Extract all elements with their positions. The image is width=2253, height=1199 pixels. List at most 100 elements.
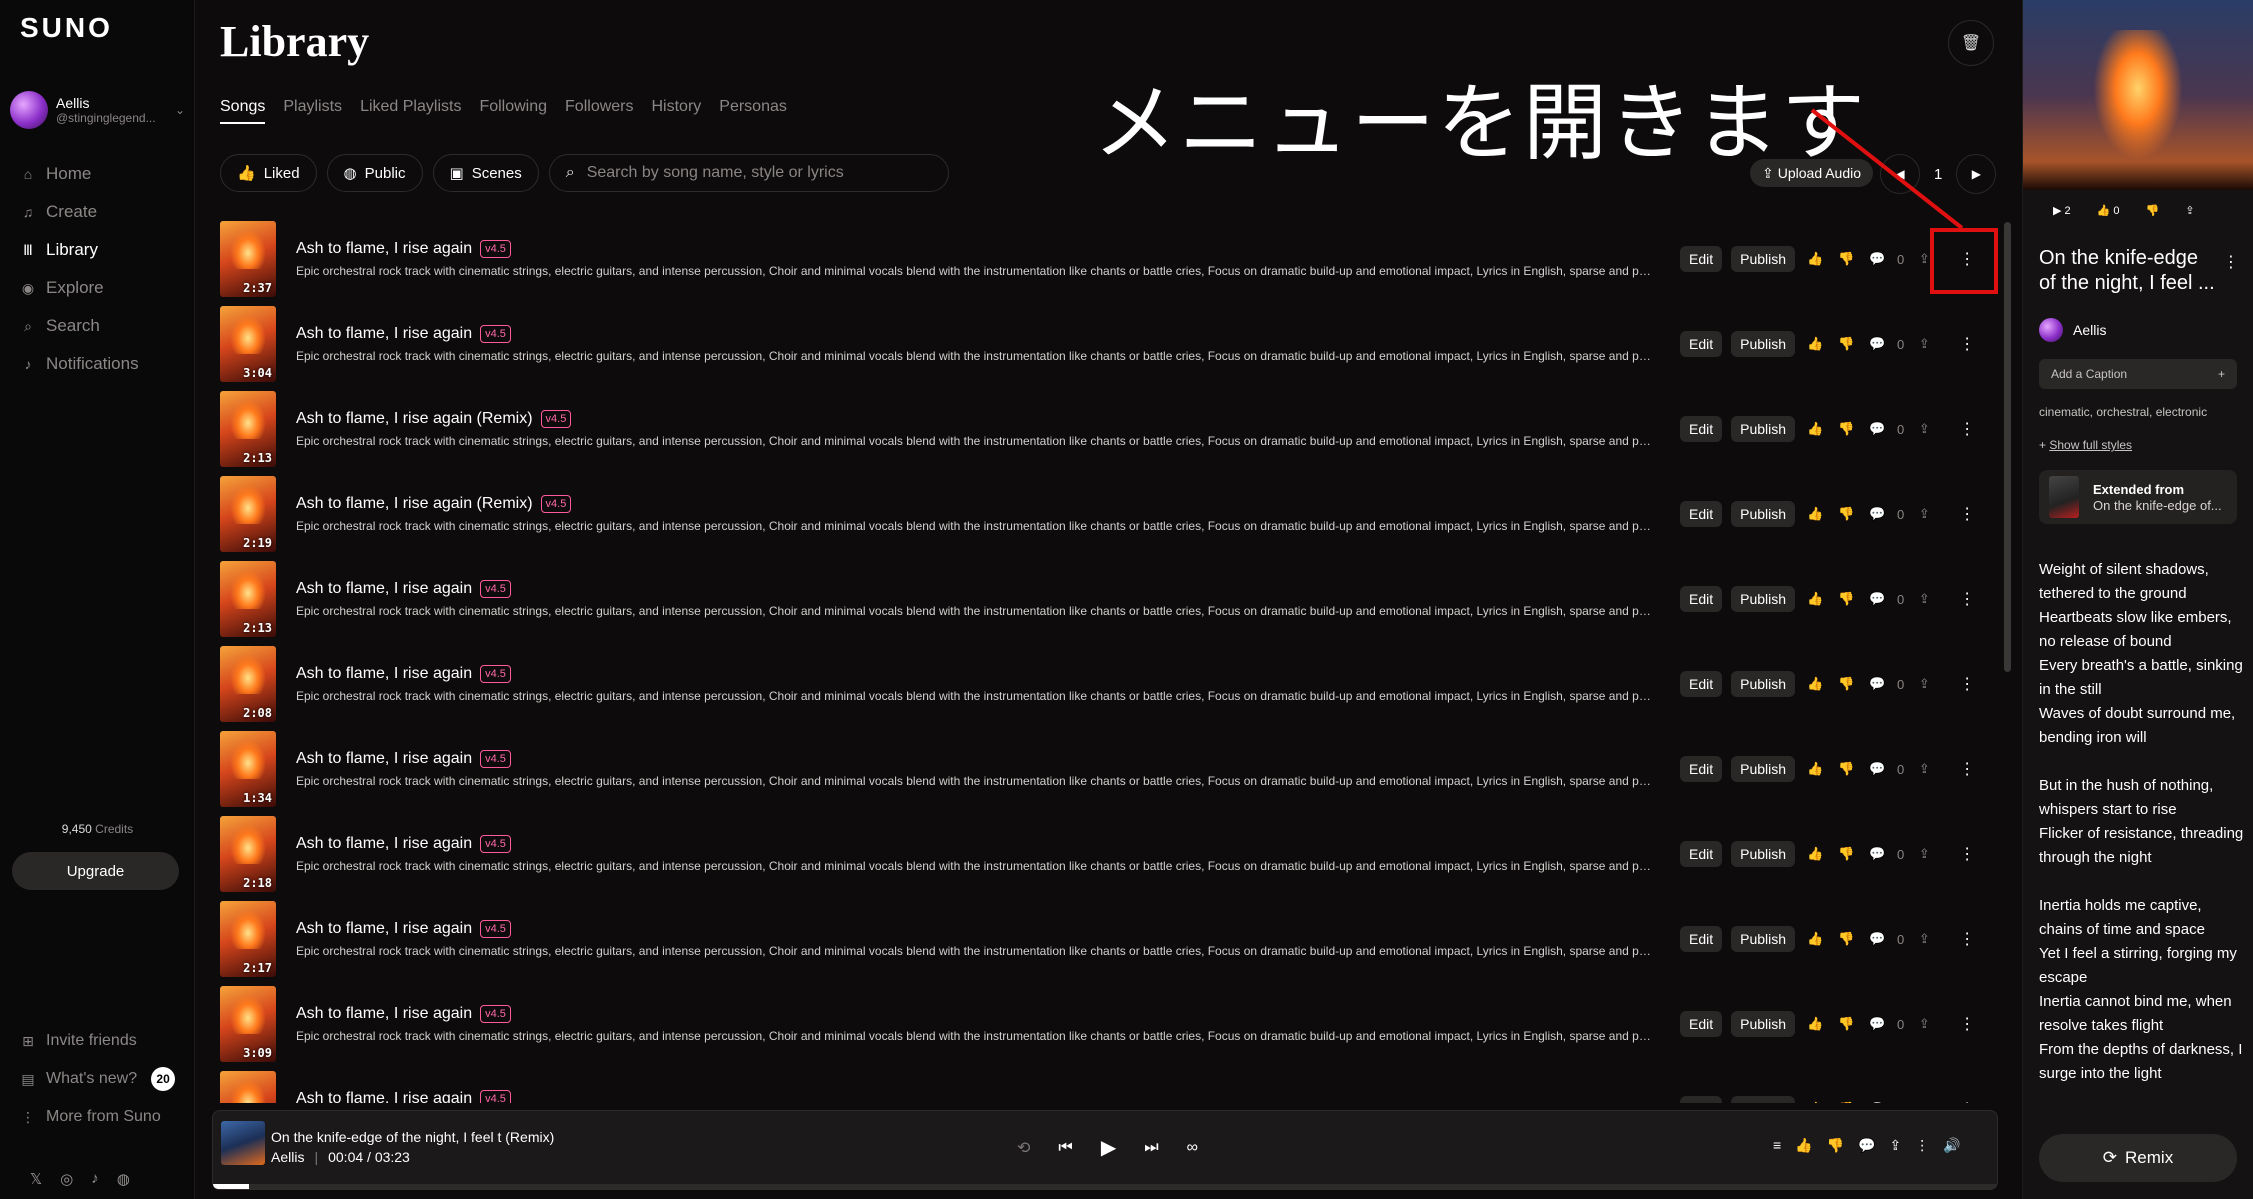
edit-button[interactable]: Edit — [1680, 416, 1723, 442]
player-cover[interactable] — [221, 1121, 265, 1165]
tiktok-icon[interactable]: ♪ — [91, 1170, 99, 1188]
nav-item-search[interactable]: ⌕ Search — [20, 307, 139, 345]
song-row[interactable]: 2:37 Ash to flame, I rise again v4.5 Epi… — [220, 218, 2000, 303]
queue-icon[interactable]: ≡ — [1773, 1137, 1781, 1154]
next-page-button[interactable]: ▶ — [1956, 154, 1997, 194]
more-options-icon[interactable]: ⋮ — [1956, 759, 1978, 779]
suno-logo[interactable]: SUNO — [20, 12, 113, 44]
thumbs-up-icon[interactable]: 👍 — [1804, 931, 1826, 947]
publish-button[interactable]: Publish — [1731, 331, 1796, 357]
thumbs-up-icon[interactable]: 👍 — [1804, 1101, 1826, 1103]
nav-item-explore[interactable]: ◉ Explore — [20, 269, 139, 307]
share-icon[interactable]: ⇪ — [1913, 846, 1935, 862]
tab-followers[interactable]: Followers — [565, 98, 633, 124]
invite-friends-link[interactable]: ⊞ Invite friends — [20, 1022, 175, 1060]
thumbs-down-icon[interactable]: 👎 — [1835, 251, 1857, 267]
song-cover[interactable]: 1:34 — [220, 731, 276, 807]
volume-icon[interactable]: 🔊 — [1943, 1137, 1960, 1154]
player-progress[interactable] — [213, 1184, 1997, 1189]
comment-icon[interactable]: 💬 — [1866, 336, 1888, 352]
publish-button[interactable]: Publish — [1731, 756, 1796, 782]
extended-from-card[interactable]: Extended from On the knife-edge of... — [2039, 470, 2237, 524]
edit-button[interactable]: Edit — [1680, 246, 1723, 272]
song-cover[interactable]: 2:37 — [220, 221, 276, 297]
share-icon[interactable]: ⇪ — [1913, 506, 1935, 522]
song-row[interactable]: 2:17 Ash to flame, I rise again v4.5 Epi… — [220, 898, 2000, 983]
thumbs-down-icon[interactable]: 👎 — [1835, 761, 1857, 777]
publish-button[interactable]: Publish — [1731, 1011, 1796, 1037]
thumbs-up-icon[interactable]: 👍 — [1804, 421, 1826, 437]
edit-button[interactable]: Edit — [1680, 756, 1723, 782]
song-title[interactable]: Ash to flame, I rise again v4.5 — [296, 240, 511, 258]
publish-button[interactable]: Publish — [1731, 586, 1796, 612]
comment-icon[interactable]: 💬 — [1866, 931, 1888, 947]
edit-button[interactable]: Edit — [1680, 1011, 1723, 1037]
comment-icon[interactable]: 💬 — [1866, 761, 1888, 777]
thumbs-up-icon[interactable]: 👍 — [1804, 846, 1826, 862]
tab-playlists[interactable]: Playlists — [283, 98, 342, 124]
detail-artist[interactable]: Aellis — [2039, 318, 2106, 342]
more-from-suno-link[interactable]: ⋮ More from Suno — [20, 1098, 175, 1136]
share-icon[interactable]: ⇪ — [1913, 421, 1935, 437]
more-options-icon[interactable]: ⋮ — [1956, 929, 1978, 949]
more-vertical-icon[interactable]: ⋮ — [2223, 252, 2239, 272]
thumbs-down-icon[interactable]: 👎 — [2146, 204, 2160, 217]
song-cover[interactable]: 3:04 — [220, 306, 276, 382]
nav-item-library[interactable]: Ⅲ Library — [20, 231, 139, 269]
thumbs-up-icon[interactable]: 👍 — [1804, 251, 1826, 267]
tab-personas[interactable]: Personas — [719, 98, 787, 124]
edit-button[interactable]: Edit — [1680, 586, 1723, 612]
song-cover[interactable]: 2:19 — [220, 476, 276, 552]
tab-following[interactable]: Following — [479, 98, 547, 124]
thumbs-down-icon[interactable]: 👎 — [1835, 591, 1857, 607]
thumbs-down-icon[interactable]: 👎 — [1835, 1016, 1857, 1032]
thumbs-up-icon[interactable]: 👍 — [1804, 1016, 1826, 1032]
publish-button[interactable]: Publish — [1731, 926, 1796, 952]
comment-icon[interactable]: 💬 — [1866, 506, 1888, 522]
share-icon[interactable]: ⇪ — [1913, 1016, 1935, 1032]
comment-icon[interactable]: 💬 — [1866, 1101, 1888, 1103]
song-row[interactable]: 2:13 Ash to flame, I rise again (Remix) … — [220, 388, 2000, 473]
plays-stat[interactable]: ▶ 2 — [2053, 204, 2071, 217]
thumbs-down-icon[interactable]: 👎 — [1835, 931, 1857, 947]
thumbs-up-icon[interactable]: 👍 — [1804, 591, 1826, 607]
share-icon[interactable]: ⇪ — [1913, 676, 1935, 692]
share-icon[interactable]: ⇪ — [1913, 1101, 1935, 1103]
song-list-scrollbar[interactable] — [2004, 222, 2011, 672]
song-title[interactable]: Ash to flame, I rise again v4.5 — [296, 750, 511, 768]
repeat-icon[interactable]: ⟲ — [1017, 1138, 1030, 1158]
thumbs-down-icon[interactable]: 👎 — [1835, 421, 1857, 437]
thumbs-down-icon[interactable]: 👎 — [1827, 1137, 1844, 1154]
publish-button[interactable]: Publish — [1731, 841, 1796, 867]
thumbs-up-icon[interactable]: 👍 — [1804, 506, 1826, 522]
profile-switcher[interactable]: Aellis @stinginglegend... ⌄ — [10, 90, 185, 130]
remix-button[interactable]: ⟳ Remix — [2039, 1134, 2237, 1182]
edit-button[interactable]: Edit — [1680, 1096, 1723, 1103]
song-title[interactable]: Ash to flame, I rise again v4.5 — [296, 835, 511, 853]
likes-stat[interactable]: 👍 0 — [2097, 204, 2120, 217]
edit-button[interactable]: Edit — [1680, 331, 1723, 357]
trash-button[interactable]: 🗑 — [1948, 20, 1994, 66]
share-icon[interactable]: ⇪ — [2185, 204, 2194, 217]
song-cover[interactable]: 2:13 — [220, 391, 276, 467]
nav-item-notifications[interactable]: ♪ Notifications — [20, 345, 139, 383]
thumbs-down-icon[interactable]: 👎 — [1835, 846, 1857, 862]
thumbs-up-icon[interactable]: 👍 — [1804, 761, 1826, 777]
song-cover[interactable]: 2:13 — [220, 561, 276, 637]
publish-button[interactable]: Publish — [1731, 501, 1796, 527]
edit-button[interactable]: Edit — [1680, 841, 1723, 867]
song-title[interactable]: Ash to flame, I rise again (Remix) v4.5 — [296, 495, 572, 513]
edit-button[interactable]: Edit — [1680, 501, 1723, 527]
share-icon[interactable]: ⇪ — [1913, 591, 1935, 607]
more-options-icon[interactable]: ⋮ — [1956, 844, 1978, 864]
edit-button[interactable]: Edit — [1680, 926, 1723, 952]
player-title[interactable]: On the knife-edge of the night, I feel t… — [271, 1129, 554, 1145]
song-row[interactable]: 2:08 Ash to flame, I rise again v4.5 Epi… — [220, 643, 2000, 728]
publish-button[interactable]: Publish — [1731, 416, 1796, 442]
comment-icon[interactable]: 💬 — [1866, 591, 1888, 607]
more-options-icon[interactable]: ⋮ — [1956, 1014, 1978, 1034]
nav-item-create[interactable]: ♫ Create — [20, 193, 139, 231]
scenes-filter-button[interactable]: ▣ Scenes — [432, 154, 539, 192]
song-title[interactable]: Ash to flame, I rise again (Remix) v4.5 — [296, 410, 572, 428]
publish-button[interactable]: Publish — [1731, 1096, 1796, 1103]
